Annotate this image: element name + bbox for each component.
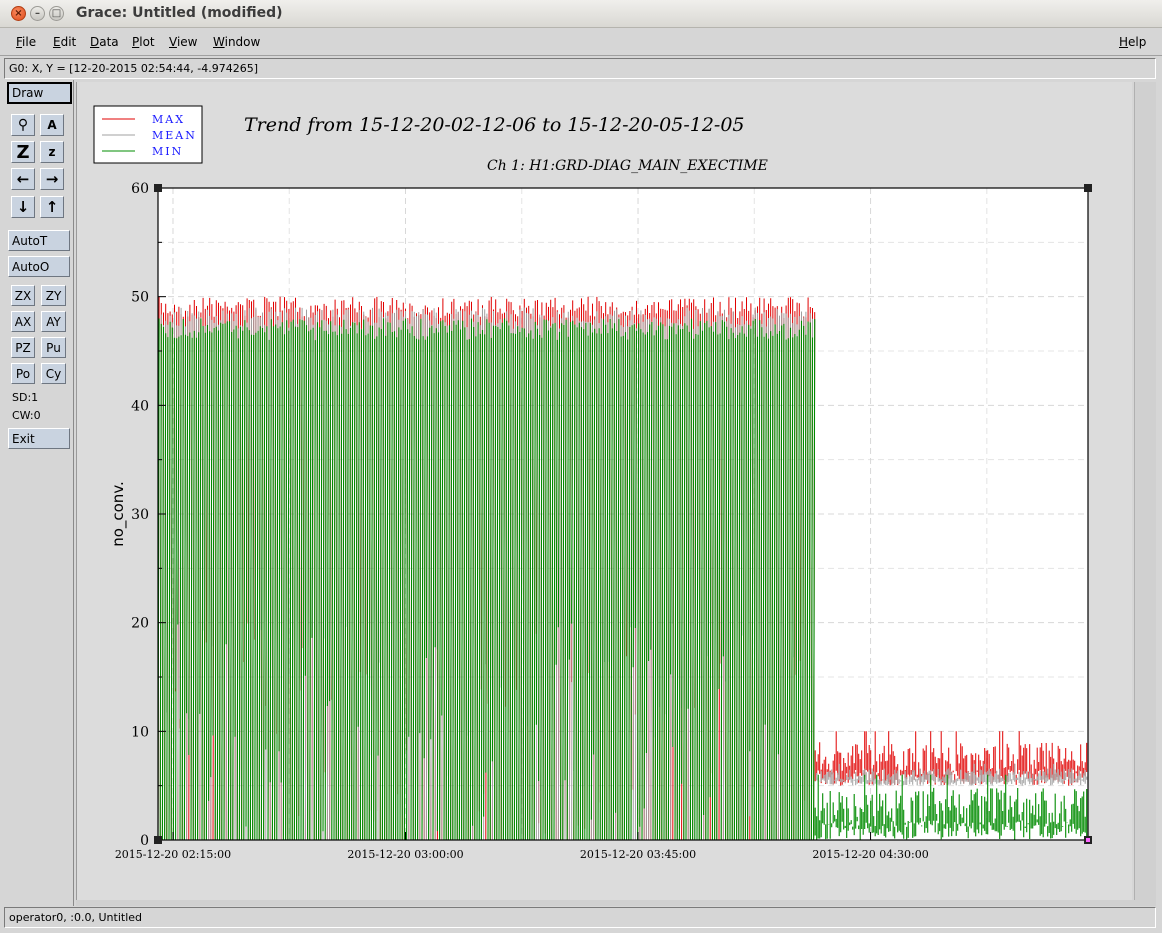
chart-title: Trend from 15-12-20-02-12-06 to 15-12-20… bbox=[244, 114, 745, 136]
status-bar: operator0, :0.0, Untitled bbox=[4, 907, 1156, 928]
y-axis-label: no_conv. bbox=[109, 481, 128, 547]
y-tick-label: 50 bbox=[131, 290, 149, 306]
x-tick-label: 2015-12-20 03:00:00 bbox=[347, 848, 463, 861]
legend-min-label: MIN bbox=[152, 145, 183, 158]
x-tick-label: 2015-12-20 02:15:00 bbox=[115, 848, 231, 861]
y-tick-label: 60 bbox=[131, 181, 149, 197]
y-tick-label: 30 bbox=[131, 507, 149, 523]
legend-mean-label: MEAN bbox=[152, 129, 197, 142]
handle-top-right[interactable] bbox=[1084, 184, 1092, 192]
x-tick-label: 2015-12-20 04:30:00 bbox=[812, 848, 928, 861]
legend-max-label: MAX bbox=[152, 113, 185, 126]
handle-bottom-right-dot bbox=[1086, 838, 1090, 842]
x-tick-label: 2015-12-20 03:45:00 bbox=[580, 848, 696, 861]
handle-top-left[interactable] bbox=[154, 184, 162, 192]
y-tick-label: 40 bbox=[131, 398, 149, 414]
y-tick-label: 0 bbox=[140, 833, 149, 849]
status-text: operator0, :0.0, Untitled bbox=[9, 911, 143, 924]
handle-bottom-left[interactable] bbox=[154, 836, 162, 844]
y-tick-label: 20 bbox=[131, 616, 149, 632]
trend-chart: MAX MEAN MIN Trend from 15-12-20-02-12-0… bbox=[93, 105, 1092, 861]
chart-subtitle: Ch 1: H1:GRD-DIAG_MAIN_EXECTIME bbox=[487, 158, 768, 174]
y-tick-label: 10 bbox=[131, 724, 149, 740]
